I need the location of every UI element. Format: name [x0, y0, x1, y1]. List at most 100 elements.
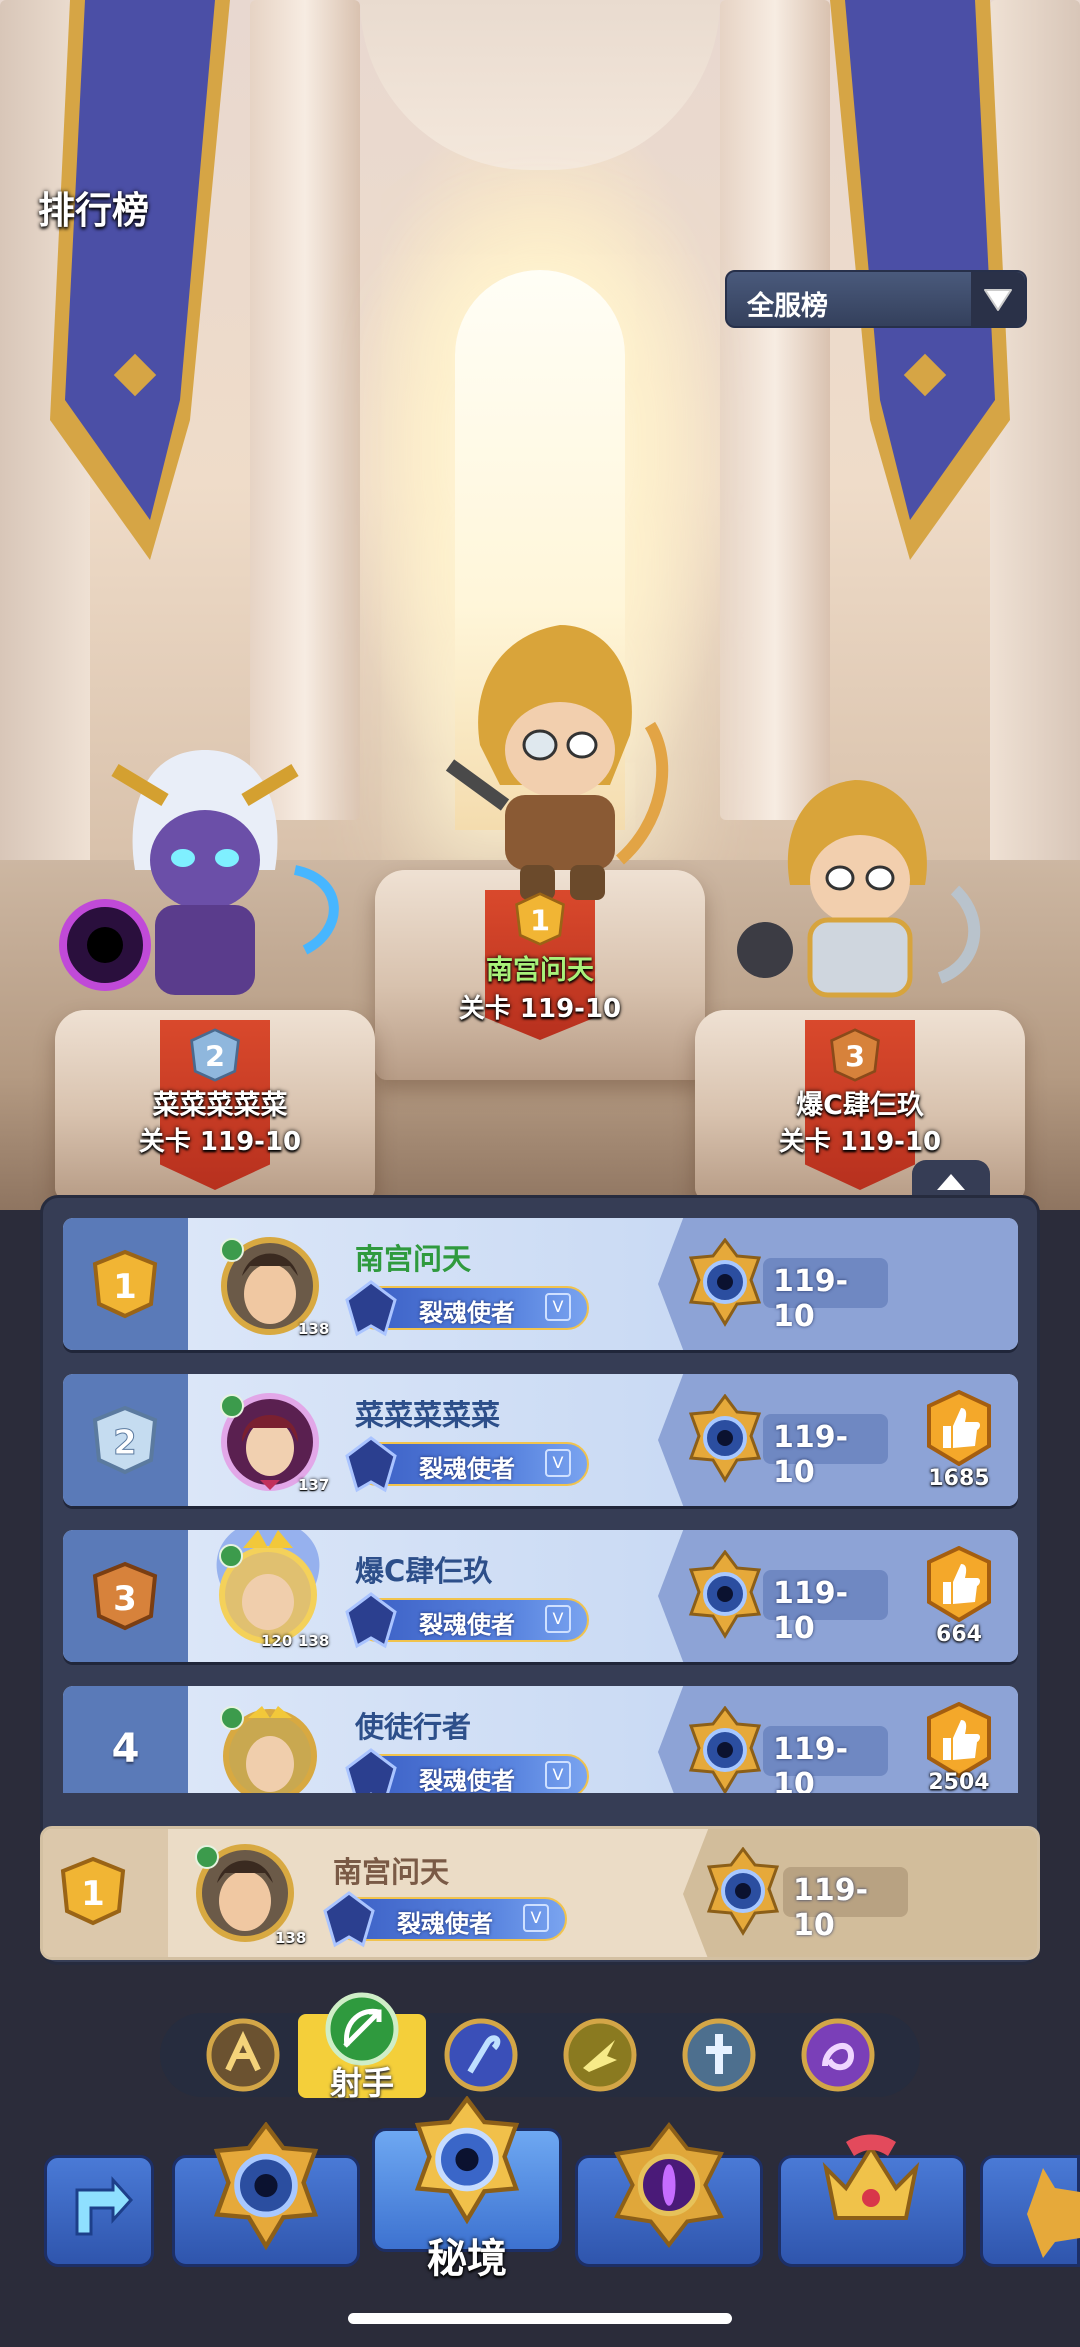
title-emblem-icon [345, 1280, 397, 1337]
priest-icon[interactable] [680, 2016, 758, 2094]
stage-value-box: 119-10 [763, 1258, 888, 1334]
like-count: 1685 [928, 1466, 990, 1491]
podium-third-stage: 关卡 119-10 [778, 1127, 942, 1157]
archer-icon[interactable] [323, 1990, 401, 2068]
silver-rank-badge: 2 [92, 1405, 158, 1475]
player-name[interactable]: 南宫问天 [355, 1236, 471, 1278]
stage-value-box: 119-10 [783, 1867, 908, 1943]
dropdown-selected-label: 全服榜 [747, 291, 828, 322]
page-title: 排行榜 [38, 189, 149, 232]
stage-medal-icon [706, 1847, 780, 1936]
my-rank-row[interactable]: 1 138 南宫问天 裂魂使者 V 119-10 [40, 1826, 1040, 1960]
stage-value: 119-10 [773, 1420, 849, 1490]
rank-number: 4 [111, 1726, 140, 1772]
nav-active-label: 秘境 [427, 2236, 507, 2282]
partial-tab-icon [1027, 2168, 1080, 2258]
first-place-hero[interactable] [410, 615, 690, 905]
like-count: 664 [936, 1622, 982, 1647]
stage-value: 119-10 [793, 1873, 869, 1943]
back-button[interactable] [44, 2155, 154, 2267]
ranking-list[interactable]: 1 138 南宫问天 裂魂使者 V 119-10 2 137 菜菜菜菜菜 裂魂使… [63, 1218, 1018, 1793]
podium-second-stage: 关卡 119-10 [138, 1127, 302, 1157]
title-label: 裂魂使者 [419, 1455, 515, 1483]
stage-value-box: 119-10 [763, 1414, 888, 1490]
avatar-level: 138 [298, 1632, 330, 1650]
podium-first-stage: 关卡 119-10 [458, 994, 622, 1024]
title-emblem-icon [323, 1891, 375, 1948]
player-name[interactable]: 使徒行者 [355, 1704, 471, 1746]
home-indicator [348, 2313, 732, 2324]
assassin-icon[interactable] [561, 2016, 639, 2094]
table-row[interactable]: 4 使徒行者 裂魂使者 V 119-10 2504 [63, 1686, 1018, 1793]
pillar-left [250, 0, 360, 820]
svg-text:3: 3 [845, 1040, 865, 1074]
bronze-rank-badge: 3 [92, 1561, 158, 1631]
player-name[interactable]: 菜菜菜菜菜 [355, 1392, 500, 1434]
stage-medal-icon [213, 2122, 319, 2251]
title-tier: V [523, 1904, 549, 1932]
return-arrow-icon [75, 2176, 134, 2236]
podium-scene: 1 南宫问天 关卡 119-10 2 菜菜菜菜菜 关卡 119-10 3 爆C肆… [0, 0, 1080, 1210]
title-label: 裂魂使者 [397, 1910, 493, 1938]
pillar-right [720, 0, 830, 820]
bronze-rank-badge: 3 [830, 1028, 880, 1082]
player-name[interactable]: 南宫问天 [333, 1849, 449, 1891]
stage-value: 119-10 [773, 1264, 849, 1334]
stage-value: 119-10 [773, 1576, 849, 1646]
gold-rank-badge: 1 [60, 1856, 126, 1926]
table-row[interactable]: 2 137 菜菜菜菜菜 裂魂使者 V 119-10 1685 [63, 1374, 1018, 1506]
podium-second-name[interactable]: 菜菜菜菜菜 [90, 1083, 350, 1122]
second-place-hero[interactable] [55, 730, 355, 1020]
svg-text:1: 1 [113, 1267, 137, 1307]
title-label: 裂魂使者 [419, 1299, 515, 1327]
gold-rank-badge: 1 [92, 1249, 158, 1319]
server-scope-dropdown[interactable]: 全服榜 [725, 270, 1027, 328]
svg-text:2: 2 [113, 1423, 137, 1463]
title-tier: V [545, 1761, 571, 1789]
stage-medal-icon [688, 1394, 762, 1483]
title-emblem-icon [345, 1436, 397, 1493]
thumbs-up-icon[interactable] [921, 1390, 997, 1466]
svg-text:1: 1 [81, 1874, 105, 1914]
avatar-level: 138 [298, 1320, 330, 1338]
player-name[interactable]: 爆C肆仨玖 [355, 1548, 492, 1590]
svg-text:2: 2 [205, 1040, 225, 1074]
thumbs-up-icon[interactable] [921, 1702, 997, 1778]
third-place-hero[interactable] [725, 770, 995, 1020]
stage-medal-icon [688, 1238, 762, 1327]
chevron-down-icon[interactable] [971, 272, 1025, 326]
like-count: 2504 [928, 1770, 990, 1793]
podium-first-name[interactable]: 南宫问天 [420, 948, 660, 987]
table-row[interactable]: 3 120 138 爆C肆仨玖 裂魂使者 V 119-10 664 [63, 1530, 1018, 1662]
avatar[interactable] [195, 1843, 295, 1943]
purple-eye-icon [614, 2122, 724, 2248]
silver-rank-badge: 2 [190, 1028, 240, 1082]
title-tier: V [545, 1449, 571, 1477]
stage-medal-icon [688, 1550, 762, 1639]
avatar-level: 138 [275, 1929, 307, 1947]
svg-text:3: 3 [113, 1579, 137, 1619]
nav-tab-more[interactable] [980, 2155, 1080, 2267]
thumbs-up-icon[interactable] [921, 1546, 997, 1622]
banner-left [30, 0, 230, 560]
avatar[interactable] [220, 1704, 320, 1793]
podium-third-name[interactable]: 爆C肆仨玖 [730, 1083, 990, 1122]
gold-rank-badge: 1 [515, 892, 565, 946]
avatar-level: 137 [298, 1476, 330, 1494]
title-tier: V [545, 1293, 571, 1321]
stage-medal-icon [688, 1706, 762, 1793]
dome [360, 0, 720, 170]
title-emblem-icon [345, 1748, 397, 1793]
title-label: 裂魂使者 [419, 1767, 515, 1793]
svg-text:1: 1 [530, 904, 550, 938]
avatar-level-secondary: 120 [261, 1632, 293, 1650]
support-icon[interactable] [799, 2016, 877, 2094]
title-tier: V [545, 1605, 571, 1633]
mage-icon[interactable] [442, 2016, 520, 2094]
stage-value-box: 119-10 [763, 1726, 888, 1793]
title-label: 裂魂使者 [419, 1611, 515, 1639]
title-emblem-icon [345, 1592, 397, 1649]
table-row[interactable]: 1 138 南宫问天 裂魂使者 V 119-10 [63, 1218, 1018, 1350]
stage-value: 119-10 [773, 1732, 849, 1793]
warrior-icon[interactable] [204, 2016, 282, 2094]
